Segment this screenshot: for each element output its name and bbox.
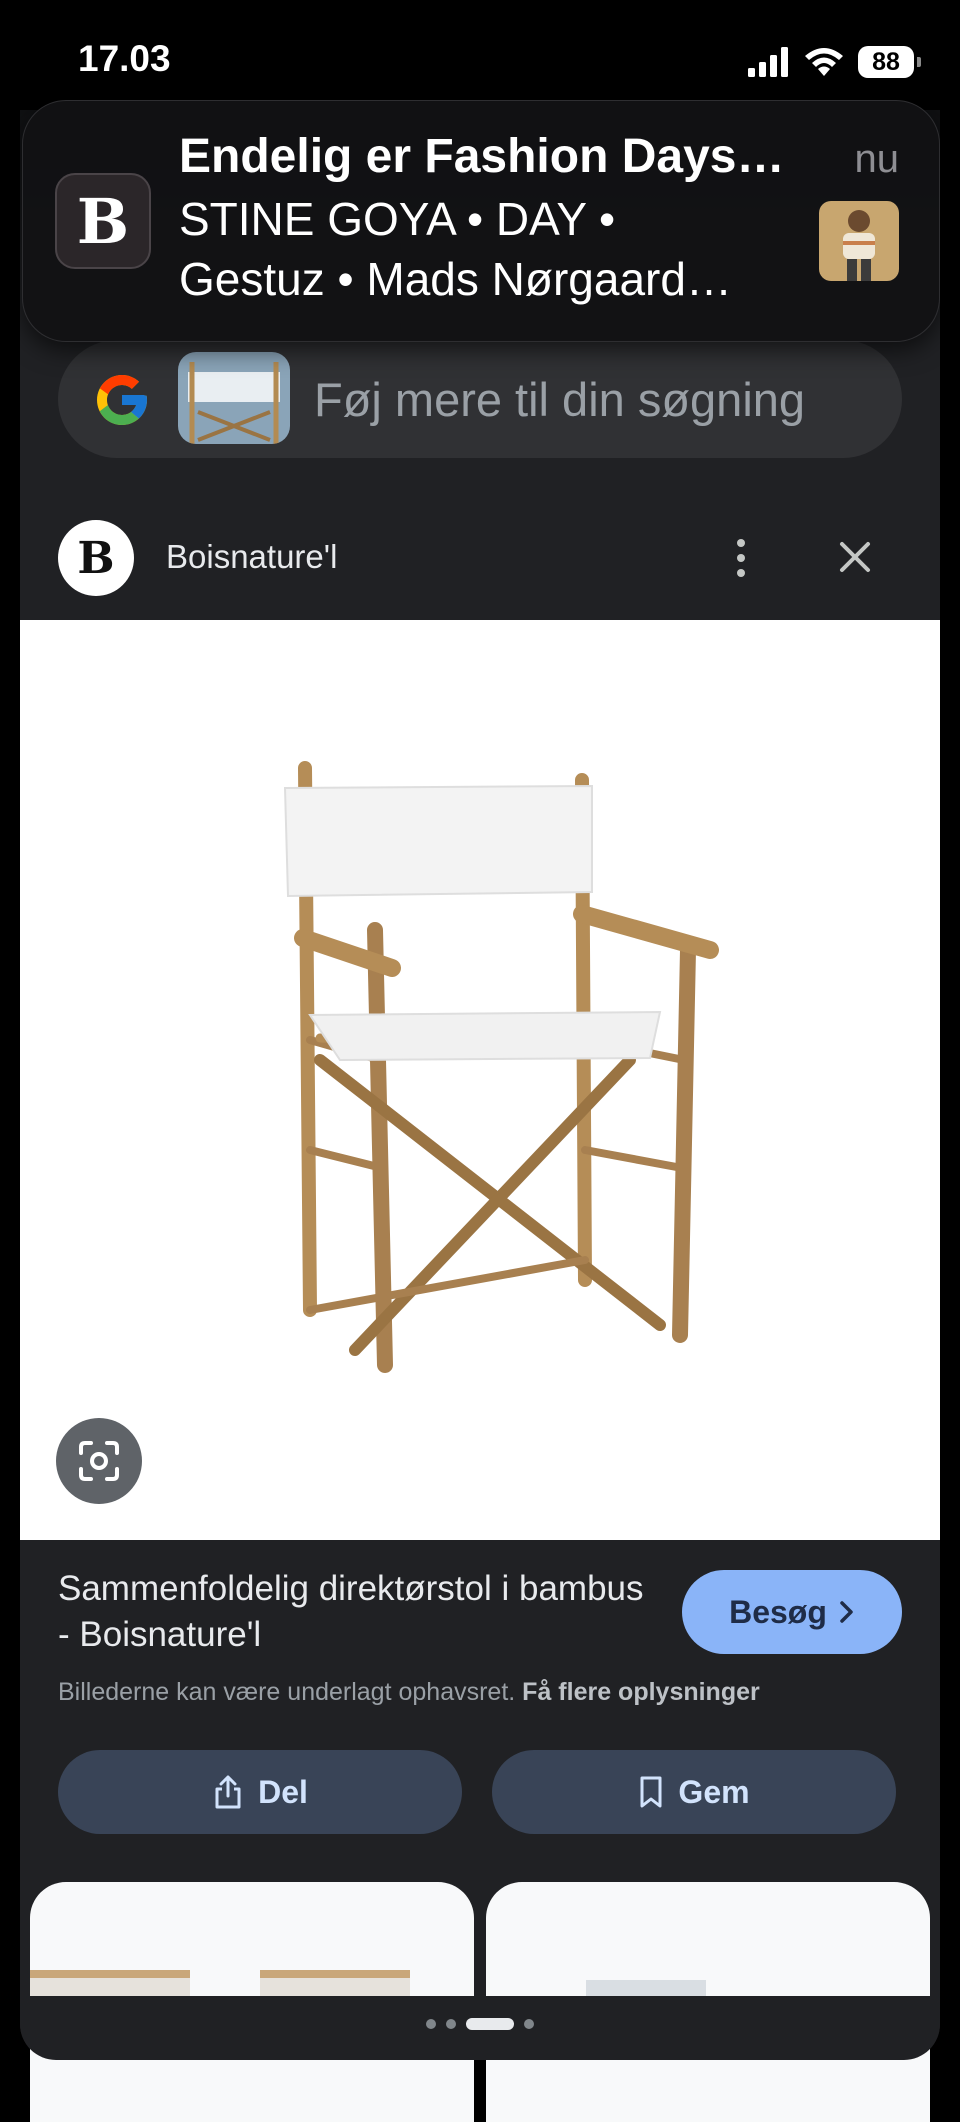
- notification-app-icon: B: [55, 173, 151, 269]
- source-avatar[interactable]: B: [58, 520, 134, 596]
- battery-icon: 88: [858, 46, 921, 78]
- page-dot: [524, 2019, 534, 2029]
- share-icon: [215, 1775, 241, 1809]
- share-button[interactable]: Del: [58, 1750, 462, 1834]
- page-dot-active: [466, 2018, 514, 2030]
- notification-body: STINE GOYA • DAY • Gestuz • Mads Nørgaar…: [179, 189, 829, 309]
- page-indicator[interactable]: [0, 2018, 960, 2030]
- save-button[interactable]: Gem: [492, 1750, 896, 1834]
- notification-body-line: STINE GOYA • DAY •: [179, 193, 616, 245]
- camera-icon: [79, 1441, 119, 1481]
- battery-level: 88: [872, 47, 900, 76]
- signal-icon: [748, 47, 788, 77]
- chair-image: [283, 761, 719, 1373]
- search-image-thumbnail[interactable]: [178, 352, 290, 444]
- status-icons: 88: [748, 42, 921, 82]
- search-placeholder[interactable]: Føj mere til din søgning: [314, 372, 805, 427]
- close-icon[interactable]: [830, 532, 880, 582]
- app-icon-letter: B: [76, 184, 130, 258]
- page-dot: [426, 2019, 436, 2029]
- notification-body-line: Gestuz • Mads Nørgaard…: [179, 253, 732, 305]
- notification-thumbnail: [819, 201, 899, 281]
- share-label: Del: [258, 1773, 308, 1810]
- page-dot: [446, 2019, 456, 2029]
- more-info-link[interactable]: Få flere oplysninger: [522, 1678, 760, 1706]
- result-image[interactable]: [20, 620, 940, 1540]
- source-name[interactable]: Boisnature'l: [166, 538, 337, 576]
- chevron-right-icon: [840, 1601, 853, 1623]
- visit-label: Besøg: [729, 1593, 827, 1630]
- notification-banner[interactable]: B Endelig er Fashion Days… nu STINE GOYA…: [22, 100, 940, 342]
- lens-button[interactable]: [56, 1418, 142, 1504]
- wifi-icon: [805, 48, 843, 76]
- bookmark-icon: [640, 1776, 662, 1808]
- copyright-text: Billederne kan være underlagt ophavsret.: [58, 1678, 516, 1706]
- notification-time: nu: [854, 137, 900, 181]
- copyright-notice: Billederne kan være underlagt ophavsret.…: [58, 1678, 760, 1707]
- google-logo-icon: [97, 375, 147, 425]
- status-time: 17.03: [78, 38, 171, 79]
- notification-title: Endelig er Fashion Days…: [179, 130, 785, 183]
- result-title[interactable]: Sammenfoldelig direktørstol i bambus - B…: [58, 1566, 658, 1658]
- more-options-icon[interactable]: [724, 530, 758, 586]
- save-label: Gem: [678, 1773, 750, 1810]
- source-avatar-letter: B: [77, 532, 115, 584]
- visit-button[interactable]: Besøg: [682, 1570, 902, 1654]
